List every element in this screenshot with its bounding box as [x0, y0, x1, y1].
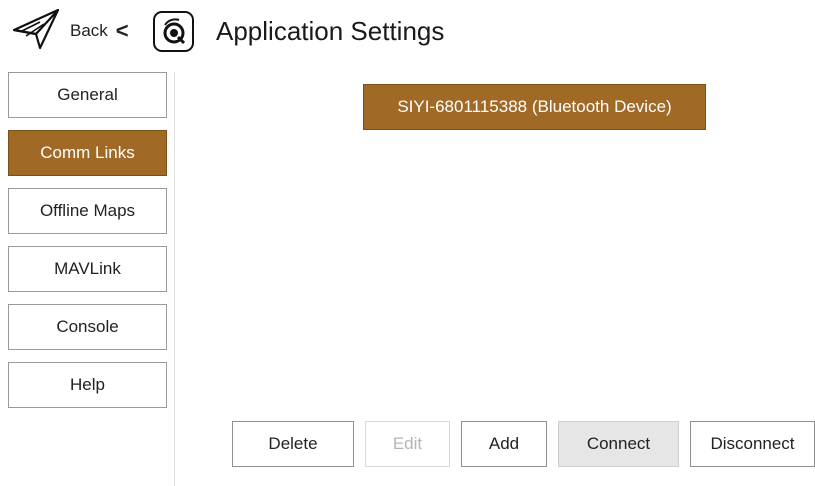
sidebar-item-help[interactable]: Help: [8, 362, 167, 408]
sidebar-divider: [174, 72, 175, 486]
page-title: Application Settings: [216, 16, 445, 46]
delete-button[interactable]: Delete: [232, 421, 354, 467]
sidebar-item-offline-maps[interactable]: Offline Maps: [8, 188, 167, 234]
comm-link-item[interactable]: SIYI-6801115388 (Bluetooth Device): [363, 84, 706, 130]
back-label: Back: [70, 21, 108, 40]
settings-sidebar: General Comm Links Offline Maps MAVLink …: [0, 72, 174, 486]
back-button[interactable]: Back <: [10, 8, 129, 54]
qgc-logo-icon: [153, 11, 194, 52]
disconnect-button[interactable]: Disconnect: [690, 421, 815, 467]
edit-button[interactable]: Edit: [365, 421, 450, 467]
chevron-left-icon: <: [115, 18, 129, 43]
sidebar-item-comm-links[interactable]: Comm Links: [8, 130, 167, 176]
paper-plane-icon: [10, 6, 62, 57]
sidebar-item-general[interactable]: General: [8, 72, 167, 118]
header-bar: Back < Application Settings: [0, 0, 815, 62]
sidebar-item-console[interactable]: Console: [8, 304, 167, 350]
sidebar-item-mavlink[interactable]: MAVLink: [8, 246, 167, 292]
add-button[interactable]: Add: [461, 421, 547, 467]
connect-button[interactable]: Connect: [558, 421, 679, 467]
